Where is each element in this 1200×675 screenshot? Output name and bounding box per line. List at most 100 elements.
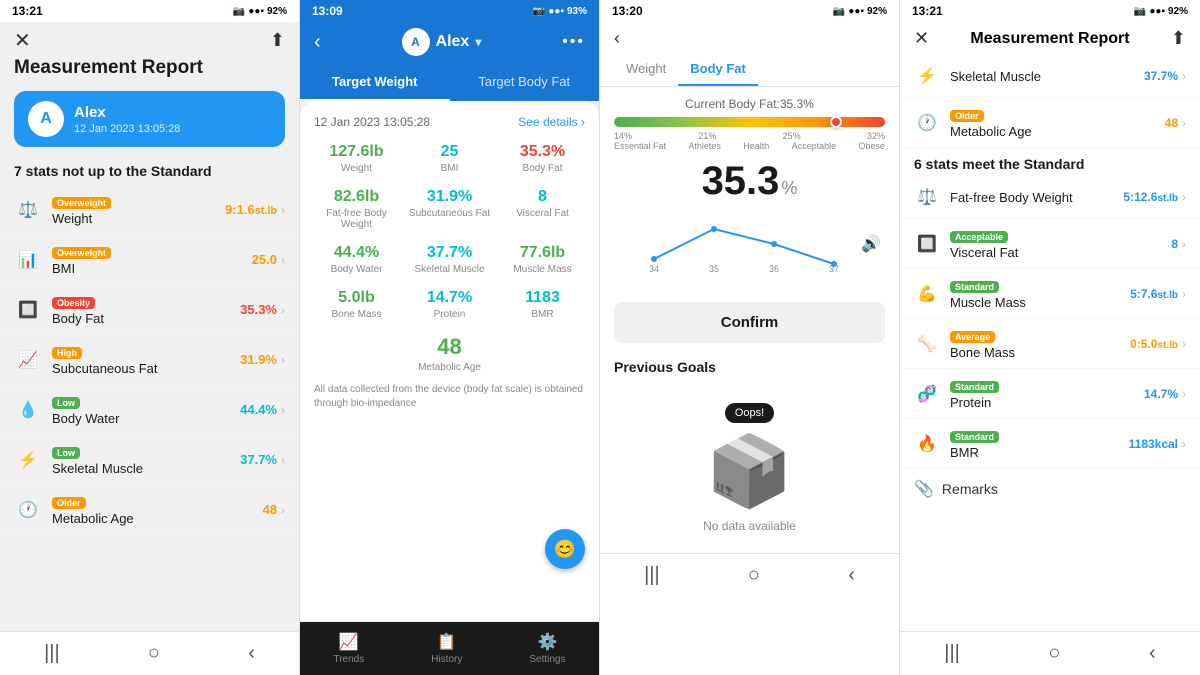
nav-home-1[interactable]: ○ (148, 642, 160, 665)
p4-remarks[interactable]: 📎 Remarks (900, 469, 1200, 509)
p1-title: Measurement Report (0, 57, 299, 85)
metabolicage-badge: Older (52, 497, 86, 509)
p2-stat-fatfree[interactable]: 82.6lb Fat-free Body Weight (314, 188, 399, 230)
nav-home-3[interactable]: ○ (748, 564, 760, 587)
chevron-bodyfat: › (281, 303, 285, 317)
p4-stat-musclemass[interactable]: 💪 Standard Muscle Mass 5:7.6st.lb › (900, 269, 1200, 319)
nav-back-3[interactable]: ‹ (848, 564, 855, 587)
p4-bonemass-badge: Average (950, 331, 995, 343)
p2-dropdown-icon[interactable]: ▾ (475, 35, 481, 49)
metabolicage-name: Metabolic Age (52, 511, 263, 526)
nav-back-1[interactable]: ‹ (248, 642, 255, 665)
p2-stat-bonemass[interactable]: 5.0lb Bone Mass (314, 289, 399, 320)
p2-lbl-bmi: BMI (407, 163, 492, 174)
chevron-weight: › (281, 203, 285, 217)
p4-protein-val: 14.7% (1144, 387, 1178, 401)
cat-obese: Obese (858, 141, 885, 151)
p2-stat-bmi[interactable]: 25 BMI (407, 143, 492, 174)
p2-see-details[interactable]: See details › (518, 115, 585, 129)
p4-metabolicage-label: Older Metabolic Age (950, 106, 1165, 139)
p2-stat-bodywater[interactable]: 44.4% Body Water (314, 244, 399, 275)
bar-lbl-14: 14% (614, 131, 632, 141)
footer-history[interactable]: 📋 History (431, 632, 462, 665)
p4-stat-fatfreebw[interactable]: ⚖️ Fat-free Body Weight 5:12.6st.lb › (900, 176, 1200, 219)
p2-footer-nav: 📈 Trends 📋 History ⚙️ Settings (300, 621, 599, 675)
p4-chevron-visceral: › (1182, 237, 1186, 251)
bodywater-icon: 💧 (14, 396, 42, 424)
p2-note: All data collected from the device (body… (314, 383, 585, 411)
p2-val-bodyfat: 35.3% (500, 143, 585, 161)
p2-fab[interactable]: 😊 (545, 529, 585, 569)
bar-lbl-25: 25% (783, 131, 801, 141)
p2-stat-musclemass[interactable]: 77.6lb Muscle Mass (500, 244, 585, 275)
tab-target-bodyfat[interactable]: Target Body Fat (450, 64, 600, 101)
p2-lbl-skelmuscle: Skeletal Muscle (407, 264, 492, 275)
p2-more-icon[interactable]: ••• (562, 33, 585, 51)
p4-visceral-val: 8 (1171, 237, 1178, 251)
p4-musclemass-val: 5:7.6st.lb (1130, 287, 1178, 301)
p4-stat-bonemass[interactable]: 🦴 Average Bone Mass 0:5.0st.lb › (900, 319, 1200, 369)
chevron-bodywater: › (281, 403, 285, 417)
stat-item-subcutfat[interactable]: 📈 High Subcutaneous Fat 31.9% › (0, 335, 299, 385)
status-bar-4: 13:21 📷 ●●▪ 92% (900, 0, 1200, 22)
p3-oops-bubble: Oops! (725, 403, 774, 423)
bmi-name: BMI (52, 261, 252, 276)
p2-back-icon[interactable]: ‹ (314, 31, 321, 54)
p3-tab-weight[interactable]: Weight (614, 53, 678, 86)
p2-stat-bodyfat[interactable]: 35.3% Body Fat (500, 143, 585, 174)
p4-stat-protein[interactable]: 🧬 Standard Protein 14.7% › (900, 369, 1200, 419)
p2-stat-bmr[interactable]: 1183 BMR (500, 289, 585, 320)
p4-chevron-protein: › (1182, 387, 1186, 401)
p4-title: Measurement Report (970, 30, 1129, 48)
p2-val-bonemass: 5.0lb (314, 289, 399, 307)
signal-icon-1: ●●▪ (248, 6, 264, 17)
nav-menu-3[interactable]: ||| (644, 564, 660, 587)
p3-tab-bodyfat[interactable]: Body Fat (678, 53, 758, 86)
nav-home-4[interactable]: ○ (1048, 642, 1060, 665)
tab-target-weight[interactable]: Target Weight (300, 64, 450, 101)
p2-stat-weight[interactable]: 127.6lb Weight (314, 143, 399, 174)
p2-stat-visceral[interactable]: 8 Visceral Fat (500, 188, 585, 230)
camera-icon: 📷 (233, 6, 245, 17)
p4-visceral-badge: Acceptable (950, 231, 1008, 243)
skelmuscle-label-group: Low Skeletal Muscle (52, 443, 240, 476)
p3-back-icon[interactable]: ‹ (614, 28, 620, 49)
p4-stat-visceral[interactable]: 🔲 Acceptable Visceral Fat 8 › (900, 219, 1200, 269)
stat-item-metabolicage[interactable]: 🕐 Older Metabolic Age 48 › (0, 485, 299, 535)
p4-stat-bmr[interactable]: 🔥 Standard BMR 1183kcal › (900, 419, 1200, 469)
back-icon-1[interactable]: ✕ (14, 28, 31, 53)
bodyfat-icon: 🔲 (14, 296, 42, 324)
stat-item-bodyfat[interactable]: 🔲 Obesity Body Fat 35.3% › (0, 285, 299, 335)
p2-tabs: Target Weight Target Body Fat (300, 64, 599, 101)
stat-item-weight[interactable]: ⚖️ Overweight Weight 9:1.6st.lb › (0, 185, 299, 235)
footer-trends[interactable]: 📈 Trends (333, 632, 364, 665)
p4-musclemass-icon: 💪 (914, 281, 940, 307)
subcutfat-value: 31.9% (240, 352, 277, 367)
stat-item-skelmuscle[interactable]: ⚡ Low Skeletal Muscle 37.7% › (0, 435, 299, 485)
status-icons-2: 📷 ●●▪ 93% (533, 6, 587, 17)
p4-stat-skelmuscle[interactable]: ⚡ Skeletal Muscle 37.7% › (900, 55, 1200, 98)
p2-header: ‹ A Alex ▾ ••• (300, 22, 599, 64)
p2-stat-protein[interactable]: 14.7% Protein (407, 289, 492, 320)
share-icon-1[interactable]: ⬆ (270, 30, 285, 51)
p4-share-icon[interactable]: ⬆ (1171, 28, 1186, 49)
p2-lbl-bodyfat: Body Fat (500, 163, 585, 174)
stat-item-bmi[interactable]: 📊 Overweight BMI 25.0 › (0, 235, 299, 285)
p4-stat-metabolicage[interactable]: 🕐 Older Metabolic Age 48 › (900, 98, 1200, 148)
p2-val-protein: 14.7% (407, 289, 492, 307)
p3-audio-icon[interactable]: 🔊 (861, 234, 881, 254)
p3-confirm-button[interactable]: Confirm (614, 302, 885, 343)
footer-settings[interactable]: ⚙️ Settings (529, 632, 565, 665)
p2-stat-skelmuscle[interactable]: 37.7% Skeletal Muscle (407, 244, 492, 275)
stat-item-bodywater[interactable]: 💧 Low Body Water 44.4% › (0, 385, 299, 435)
p4-metabolicage-name: Metabolic Age (950, 124, 1165, 139)
nav-menu-4[interactable]: ||| (944, 642, 960, 665)
nav-menu-1[interactable]: ||| (44, 642, 60, 665)
nav-bar-1: ||| ○ ‹ (0, 631, 299, 675)
user-card-1: A Alex 12 Jan 2023 13:05:28 (14, 91, 285, 147)
nav-back-4[interactable]: ‹ (1149, 642, 1156, 665)
p3-no-data-area: Oops! 📦 No data available (600, 383, 899, 553)
p4-close-icon[interactable]: ✕ (914, 28, 929, 49)
p2-stat-subcutfat[interactable]: 31.9% Subcutaneous Fat (407, 188, 492, 230)
p4-fatfreebw-val: 5:12.6st.lb (1123, 190, 1178, 204)
